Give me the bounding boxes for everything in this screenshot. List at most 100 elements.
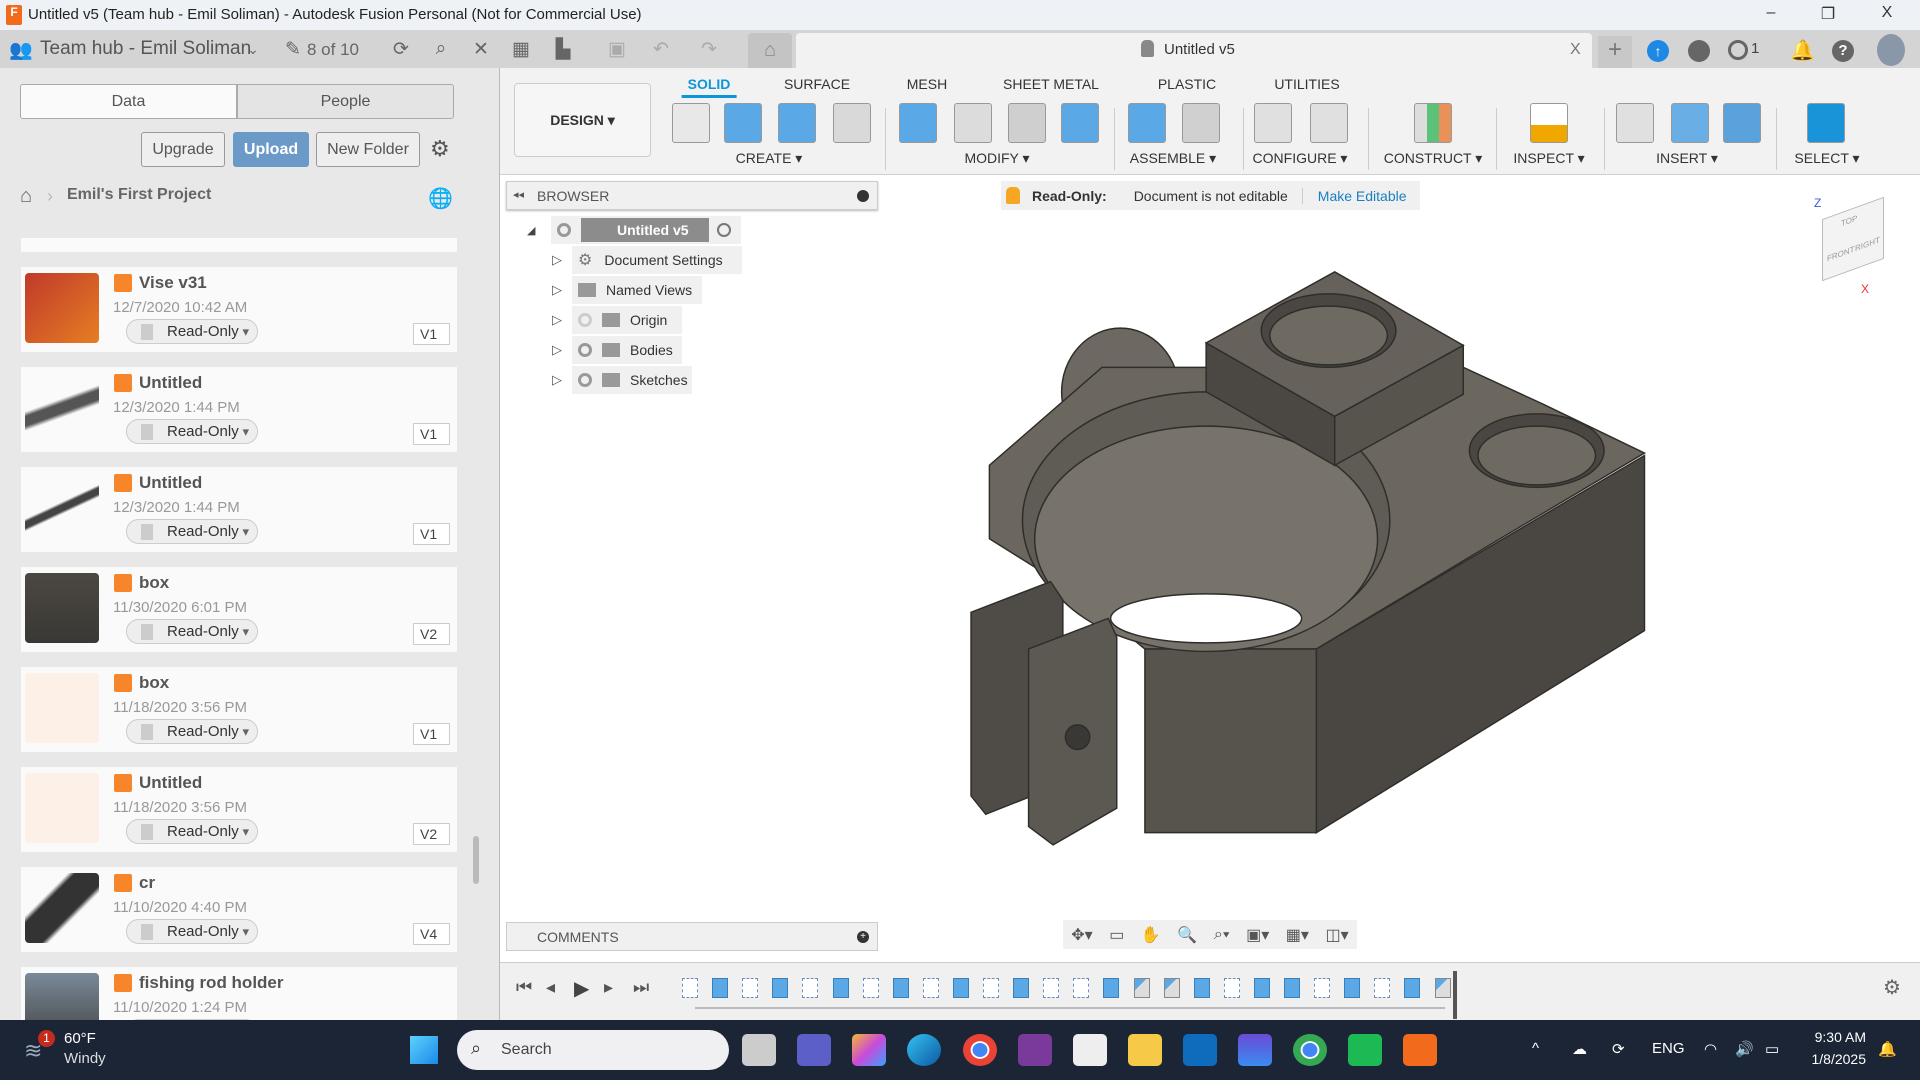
step-forward-icon[interactable]: ▸	[604, 977, 613, 998]
file-name[interactable]: Untitled	[139, 473, 202, 493]
access-dropdown[interactable]: Read-Only	[126, 919, 258, 944]
timeline-extrude-feature[interactable]	[1284, 978, 1300, 998]
copilot-app-icon[interactable]	[1238, 1034, 1272, 1066]
version-dropdown[interactable]: V1	[413, 723, 450, 745]
version-dropdown[interactable]: V2	[413, 623, 450, 645]
tab-plastic[interactable]: PLASTIC	[1158, 76, 1216, 92]
notification-bell-icon[interactable]: 🔔	[1878, 1040, 1897, 1058]
file-icon[interactable]: ▙	[550, 38, 576, 61]
wifi-icon[interactable]: ◠	[1704, 1040, 1717, 1058]
ribbon-measure-icon[interactable]	[1530, 103, 1568, 143]
task-view-icon[interactable]	[742, 1034, 776, 1066]
viewports-icon[interactable]: ◫▾	[1326, 925, 1349, 945]
help-icon[interactable]: ?	[1832, 40, 1854, 62]
show-hidden-icons[interactable]: ^	[1532, 1040, 1539, 1057]
battery-icon[interactable]: ▭	[1765, 1040, 1779, 1058]
restore-button[interactable]: ❐	[1813, 4, 1843, 24]
version-dropdown[interactable]: V1	[413, 523, 450, 545]
close-tab-button[interactable]: X	[1570, 41, 1581, 59]
upgrade-button[interactable]: Upgrade	[141, 132, 225, 167]
file-card[interactable]: Vise v31 12/7/2020 10:42 AM Read-Only V1	[21, 267, 457, 352]
viewcube-right[interactable]: RIGHT	[1855, 235, 1880, 253]
save-icon[interactable]: ▣	[604, 38, 630, 61]
visibility-eye-icon[interactable]	[578, 373, 592, 387]
ribbon-insert-derive-icon[interactable]	[1616, 103, 1654, 143]
timeline-sketch-feature[interactable]	[922, 978, 939, 998]
version-dropdown[interactable]: V4	[413, 923, 450, 945]
copilot-icon[interactable]	[852, 1034, 886, 1066]
tab-solid[interactable]: SOLID	[681, 76, 737, 98]
chrome-icon[interactable]	[963, 1034, 997, 1066]
redo-icon[interactable]: ↷	[696, 38, 722, 61]
home-icon[interactable]: ⌂	[20, 185, 32, 208]
ribbon-press-pull-icon[interactable]	[899, 103, 937, 143]
file-card[interactable]: box 11/18/2020 3:56 PM Read-Only V1	[21, 667, 457, 752]
timeline-extrude-feature[interactable]	[1253, 978, 1270, 998]
tab-people[interactable]: People	[237, 84, 454, 119]
settings-gear-icon[interactable]: ⚙	[430, 136, 450, 162]
outlook-icon[interactable]	[1183, 1034, 1217, 1066]
file-name[interactable]: Untitled	[139, 373, 202, 393]
weather-text[interactable]: Windy	[64, 1050, 106, 1067]
timeline-extrude-feature[interactable]	[1103, 978, 1120, 998]
timeline-sketch-feature[interactable]	[1043, 978, 1060, 998]
taskbar-search[interactable]: ⌕ Search	[457, 1030, 729, 1070]
timeline-fillet-feature[interactable]	[1133, 978, 1150, 998]
timeline-extrude-feature[interactable]	[772, 978, 789, 998]
ribbon-extrude-icon[interactable]	[724, 103, 762, 143]
group-create[interactable]: CREATE ▾	[736, 150, 803, 167]
close-panel-icon[interactable]: ✕	[468, 38, 494, 61]
play-icon[interactable]: ▶	[574, 976, 589, 1001]
timeline-sketch-feature[interactable]	[1374, 978, 1391, 998]
upload-status-icon[interactable]: ↑	[1647, 40, 1669, 62]
version-dropdown[interactable]: V1	[413, 323, 450, 345]
business-app-icon[interactable]	[1018, 1034, 1052, 1066]
step-back-icon[interactable]: ◂	[546, 977, 555, 998]
display-settings-icon[interactable]: ▣▾	[1246, 925, 1269, 945]
gear-icon[interactable]: ⚙	[578, 250, 592, 270]
expand-triangle-icon[interactable]: ▷	[552, 252, 562, 268]
file-card[interactable]: Untitled 12/3/2020 1:44 PM Read-Only V1	[21, 367, 457, 452]
access-dropdown[interactable]: Read-Only	[126, 419, 258, 444]
ribbon-new-component-icon[interactable]	[1128, 103, 1166, 143]
search-icon[interactable]: ⌕	[428, 38, 454, 60]
sync-icon[interactable]: ⟳	[1612, 1040, 1625, 1058]
edge-icon[interactable]	[907, 1034, 941, 1066]
file-card[interactable]: Untitled 12/3/2020 1:44 PM Read-Only V1	[21, 467, 457, 552]
timeline-settings-gear-icon[interactable]: ⚙	[1883, 975, 1901, 1000]
file-name[interactable]: box	[139, 673, 169, 693]
group-configure[interactable]: CONFIGURE ▾	[1253, 150, 1348, 167]
visibility-eye-icon[interactable]	[578, 343, 592, 357]
workspace-switcher[interactable]: DESIGN ▾	[514, 83, 651, 157]
clock-date[interactable]: 1/8/2025	[1800, 1051, 1867, 1067]
timeline-extrude-feature[interactable]	[712, 978, 729, 998]
tab-utilities[interactable]: UTILITIES	[1274, 76, 1339, 92]
group-assemble[interactable]: ASSEMBLE ▾	[1130, 150, 1216, 167]
file-name[interactable]: fishing rod holder	[139, 973, 284, 993]
timeline-extrude-feature[interactable]	[892, 978, 909, 998]
ribbon-insert-mcmaster-icon[interactable]	[1671, 103, 1709, 143]
browser-item[interactable]: ⚙ Document Settings	[572, 246, 742, 274]
file-name[interactable]: box	[139, 573, 169, 593]
ribbon-configure-table-icon[interactable]	[1310, 103, 1348, 143]
browser-item[interactable]: Named Views	[572, 276, 702, 304]
timeline-marker[interactable]	[1453, 971, 1457, 1019]
group-select[interactable]: SELECT ▾	[1794, 150, 1859, 167]
access-dropdown[interactable]: Read-Only	[126, 619, 258, 644]
grid-icon[interactable]: ▦	[508, 38, 534, 61]
timeline-extrude-feature[interactable]	[1013, 978, 1030, 998]
timeline-extrude-feature[interactable]	[952, 978, 969, 998]
expand-triangle-icon[interactable]: ▷	[552, 372, 562, 388]
browser-root[interactable]: Untitled v5	[551, 216, 741, 244]
timeline-sketch-feature[interactable]	[983, 978, 999, 998]
expand-triangle-icon[interactable]: ▷	[552, 282, 562, 298]
browser-item[interactable]: Sketches	[572, 366, 692, 394]
globe-icon[interactable]: 🌐	[428, 186, 453, 211]
refresh-icon[interactable]: ⟳	[388, 38, 414, 61]
timeline-sketch-feature[interactable]	[1073, 978, 1090, 998]
access-dropdown[interactable]: Read-Only	[126, 519, 258, 544]
undo-icon[interactable]: ↶	[648, 38, 674, 61]
timeline-sketch-feature[interactable]	[862, 978, 879, 998]
add-comment-icon[interactable]: +	[857, 931, 869, 943]
browser-item[interactable]: Origin	[572, 306, 682, 334]
